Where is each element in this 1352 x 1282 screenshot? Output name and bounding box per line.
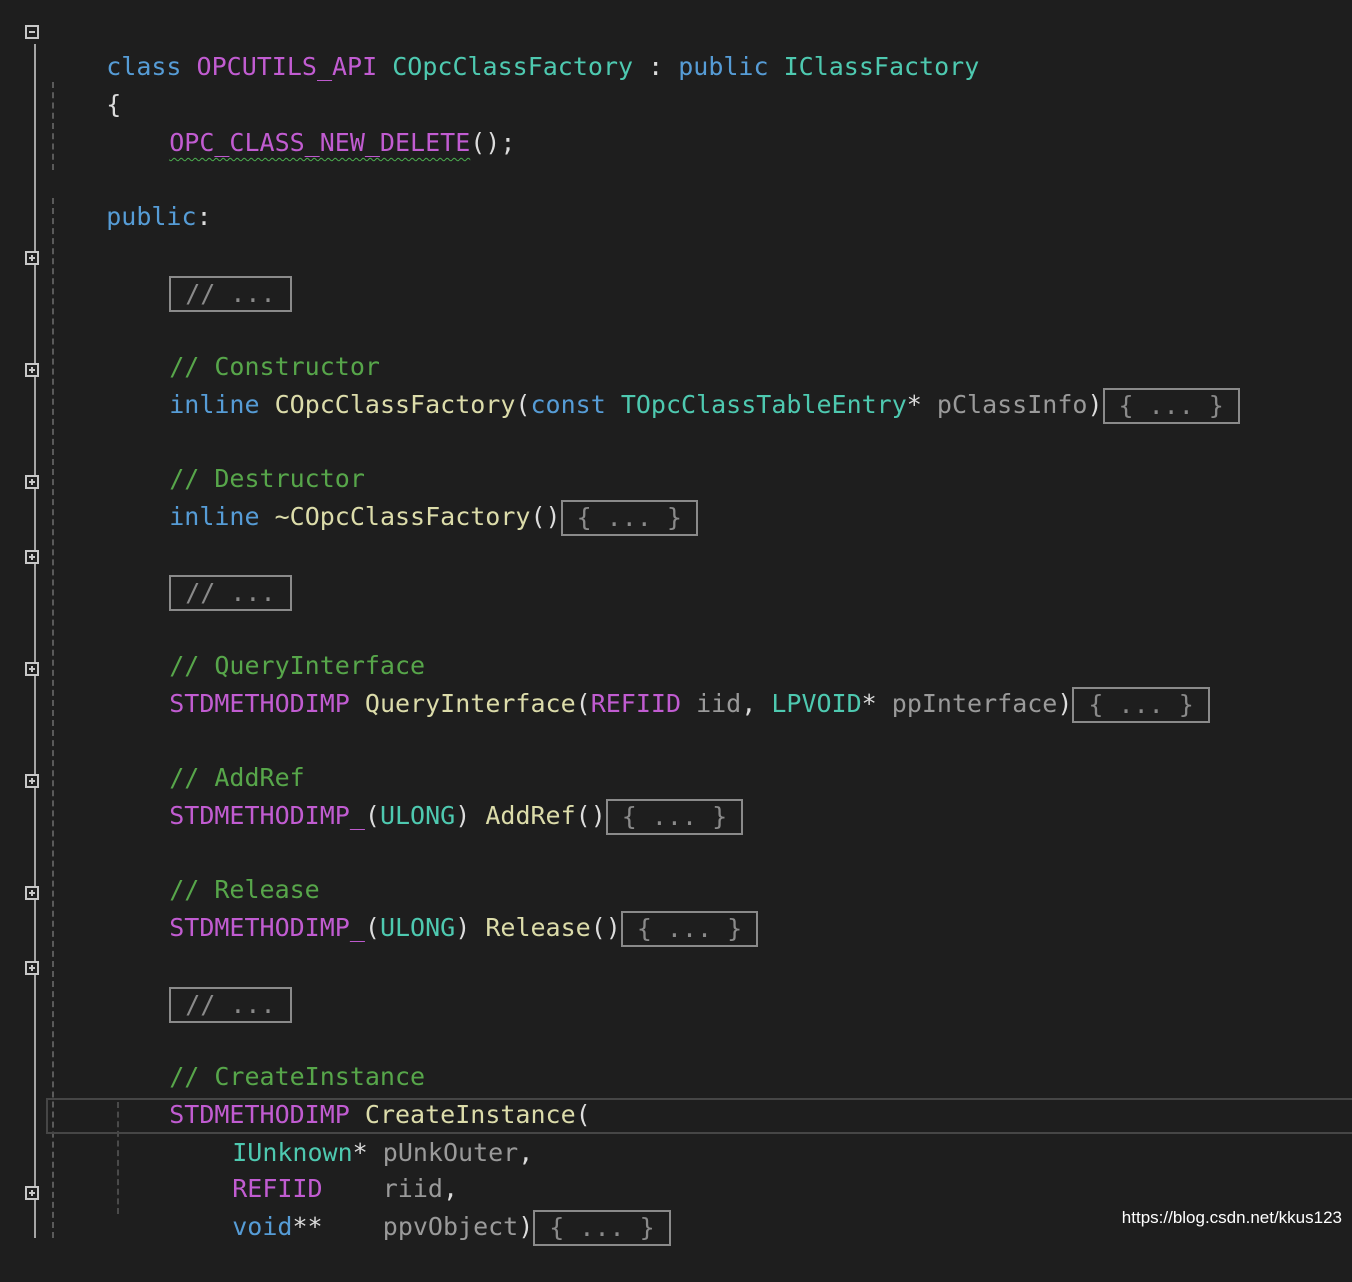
code-editor[interactable]: class OPCUTILS_API COpcClassFactory : pu… [0, 0, 1352, 1246]
expand-addref-icon[interactable] [25, 774, 39, 788]
collapsed-body[interactable]: { ... } [1102, 388, 1240, 424]
constructor-name: COpcClassFactory [274, 390, 516, 419]
indent-guide [52, 198, 54, 1238]
code-line-comment[interactable]: // CreateInstance [109, 1023, 425, 1091]
collapsed-body[interactable]: { ... } [533, 1210, 671, 1246]
code-line-param-ppvobject[interactable]: void** ppvObject){ ... } [172, 1173, 671, 1246]
code-line-open-brace[interactable]: { [46, 51, 121, 119]
close-paren: ) [1087, 390, 1103, 419]
new-delete-macro: OPC_CLASS_NEW_DELETE [169, 128, 471, 157]
collapsed-body[interactable]: { ... } [605, 799, 744, 835]
code-line-queryinterface[interactable]: STDMETHODIMP QueryInterface(REFIID iid, … [109, 650, 1210, 723]
api-macro: OPCUTILS_API [196, 52, 378, 81]
collapsed-body[interactable]: { ... } [620, 911, 759, 947]
code-line-comment[interactable]: // AddRef [109, 724, 304, 792]
inheritance-colon: : [633, 52, 679, 81]
destructor-name: ~COpcClassFactory [274, 502, 531, 531]
expand-release-icon[interactable] [25, 886, 39, 900]
expand-destructor-icon[interactable] [25, 475, 39, 489]
empty-parens: () [590, 913, 621, 942]
pointer-star: * [906, 390, 922, 419]
code-line-collapsed-region[interactable]: // ... [109, 239, 292, 312]
code-line-destructor[interactable]: inline ~COpcClassFactory(){ ... } [109, 463, 698, 536]
watermark: https://blog.csdn.net/kkus123 [1121, 1208, 1342, 1227]
code-line-collapsed-region[interactable]: // ... [109, 950, 292, 1023]
macro-stdmethodimp-underscore: STDMETHODIMP_ [169, 913, 365, 942]
method-queryinterface: QueryInterface [364, 689, 576, 718]
expand-region-icon[interactable] [25, 961, 39, 975]
collapsed-body[interactable]: { ... } [560, 500, 698, 536]
empty-parens: () [530, 502, 561, 531]
open-paren: ( [575, 689, 591, 718]
type-ulong: ULONG [379, 801, 456, 830]
code-line-public-label[interactable]: public: [46, 163, 211, 231]
close-paren: ) [518, 1212, 534, 1241]
code-line-class-declaration[interactable]: class OPCUTILS_API COpcClassFactory : pu… [46, 13, 979, 81]
expand-queryinterface-icon[interactable] [25, 662, 39, 676]
keyword-inline: inline [169, 502, 260, 531]
base-class-name: IClassFactory [783, 52, 980, 81]
code-line-param-riid[interactable]: REFIID riid, [172, 1135, 458, 1203]
outline-gutter-line [34, 44, 36, 1238]
double-pointer-star: ** [292, 1212, 323, 1241]
access-specifier-public: public [106, 202, 197, 231]
macro-stdmethodimp: STDMETHODIMP [169, 689, 350, 718]
code-line-release[interactable]: STDMETHODIMP_(ULONG) Release(){ ... } [109, 874, 759, 947]
code-line-constructor[interactable]: inline COpcClassFactory(const TOpcClassT… [109, 351, 1240, 424]
label-colon: : [196, 202, 212, 231]
collapse-class-icon[interactable] [25, 25, 39, 39]
call-suffix: (); [470, 128, 516, 157]
collapsed-body[interactable]: { ... } [1072, 687, 1210, 723]
param-iid: iid [696, 689, 742, 718]
param-ppvobject: ppvObject [382, 1212, 519, 1241]
expand-region-icon[interactable] [25, 251, 39, 265]
keyword-void: void [232, 1212, 293, 1241]
pointer-star: * [861, 689, 877, 718]
keyword-inline: inline [169, 390, 260, 419]
open-paren: ( [575, 1100, 591, 1129]
type-ulong: ULONG [379, 913, 456, 942]
comma: , [741, 689, 757, 718]
empty-parens: () [575, 801, 606, 830]
code-line-comment[interactable]: // Release [109, 836, 320, 904]
method-release: Release [485, 913, 591, 942]
param-classinfo: pClassInfo [936, 390, 1088, 419]
open-paren: ( [364, 913, 380, 942]
type-refiid: REFIID [590, 689, 681, 718]
collapsed-region[interactable]: // ... [169, 276, 292, 312]
comma: , [518, 1138, 534, 1167]
collapsed-region[interactable]: // ... [169, 987, 292, 1023]
type-lpvoid: LPVOID [771, 689, 862, 718]
keyword-const: const [530, 390, 606, 419]
code-line-comment[interactable]: // Destructor [109, 425, 365, 493]
class-name: COpcClassFactory [392, 52, 634, 81]
param-ppinterface: ppInterface [891, 689, 1058, 718]
macro-stdmethodimp-underscore: STDMETHODIMP_ [169, 801, 365, 830]
code-line-comment[interactable]: // Constructor [109, 313, 380, 381]
code-line-createinstance[interactable]: STDMETHODIMP CreateInstance( [109, 1061, 590, 1129]
close-paren: ) [455, 913, 471, 942]
close-paren: ) [455, 801, 471, 830]
method-addref: AddRef [485, 801, 576, 830]
expand-constructor-icon[interactable] [25, 363, 39, 377]
code-line-comment[interactable]: // QueryInterface [109, 612, 425, 680]
type-table-entry: TOpcClassTableEntry [620, 390, 907, 419]
expand-region-icon[interactable] [25, 550, 39, 564]
code-line-collapsed-region[interactable]: // ... [109, 538, 292, 611]
expand-createinstance-icon[interactable] [25, 1186, 39, 1200]
code-line-new-delete[interactable]: OPC_CLASS_NEW_DELETE(); [109, 89, 515, 157]
code-line-addref[interactable]: STDMETHODIMP_(ULONG) AddRef(){ ... } [109, 762, 744, 835]
collapsed-region[interactable]: // ... [169, 575, 292, 611]
code-line-param-punkouter[interactable]: IUnknown* pUnkOuter, [172, 1099, 533, 1167]
open-paren: ( [364, 801, 380, 830]
keyword-public: public [678, 52, 769, 81]
open-paren: ( [515, 390, 531, 419]
close-paren: ) [1057, 689, 1073, 718]
